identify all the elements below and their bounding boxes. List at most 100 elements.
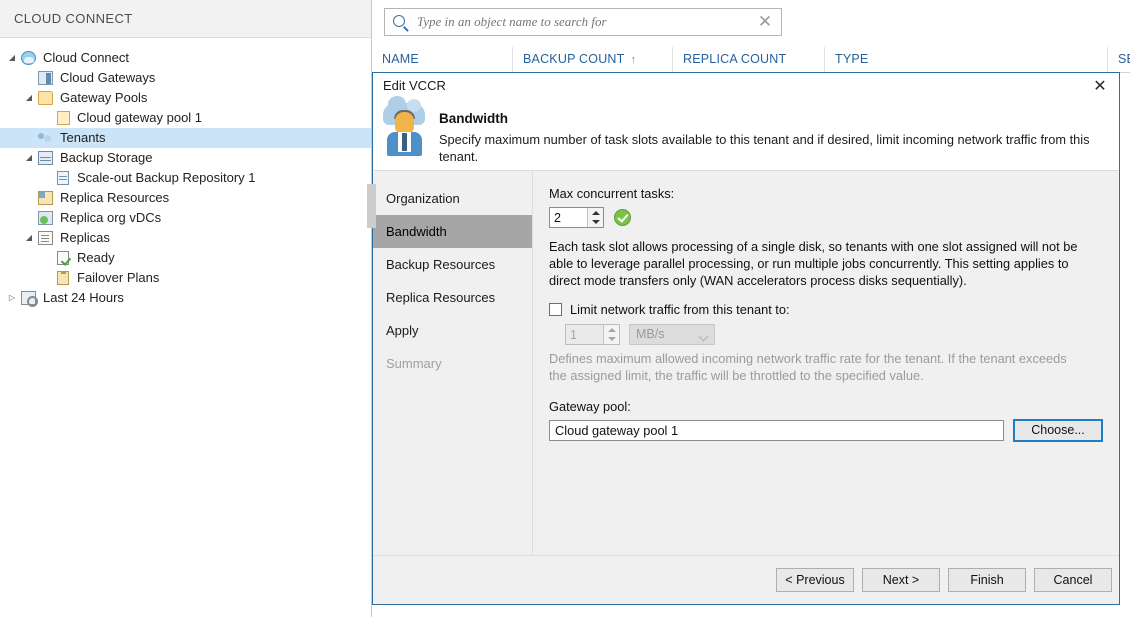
tree-item[interactable]: ◢Replicas — [0, 228, 371, 248]
choose-gateway-pool-button[interactable]: Choose... — [1013, 419, 1103, 442]
navigation-tree: ◢ Cloud Connect Cloud Gateways ◢ Gateway Po… — [0, 38, 371, 308]
column-header[interactable]: TYPE — [824, 47, 1094, 72]
max-concurrent-tasks-stepper[interactable] — [549, 207, 604, 228]
limit-network-traffic-row[interactable]: Limit network traffic from this tenant t… — [549, 302, 1103, 317]
left-navigation-panel: CLOUD CONNECT ◢Cloud Connect Cloud Gatew… — [0, 0, 372, 617]
tree-item[interactable]: ▷ Last 24 Hours — [0, 288, 371, 308]
chevron-down-icon[interactable]: ◢ — [21, 148, 37, 168]
tree-spacer — [38, 168, 54, 188]
close-icon[interactable]: ✕ — [1087, 76, 1113, 98]
wizard-step[interactable]: Apply — [373, 314, 532, 347]
chevron-down-icon — [699, 332, 709, 342]
tree-item[interactable]: Replica Resources — [0, 188, 371, 208]
tree-item[interactable]: Replica org vDCs — [0, 208, 371, 228]
dialog-title: Edit VCCR — [383, 78, 446, 93]
hours-icon — [20, 290, 38, 306]
sobr-icon — [54, 170, 72, 186]
task-slot-description: Each task slot allows processing of a si… — [549, 238, 1082, 289]
rate-stepper-up-icon[interactable] — [608, 328, 616, 332]
finish-button[interactable]: Finish — [948, 568, 1026, 592]
tenants-icon — [37, 130, 55, 146]
tree-item-label: Last 24 Hours — [43, 288, 124, 308]
tree-item-label: Cloud Gateways — [60, 68, 155, 88]
rate-unit-select[interactable]: MB/s — [629, 324, 715, 345]
tree-item[interactable]: Cloud gateway pool 1 — [0, 108, 371, 128]
tree-item-label: Cloud gateway pool 1 — [77, 108, 202, 128]
chevron-right-icon[interactable]: ▷ — [4, 288, 20, 308]
column-header[interactable]: REPLICA COUNT — [672, 47, 824, 72]
chevron-down-icon[interactable]: ◢ — [4, 48, 20, 68]
search-icon — [393, 15, 405, 27]
tree-spacer — [38, 108, 54, 128]
dialog-header-title: Bandwidth — [439, 111, 508, 126]
clear-search-icon[interactable]: ✕ — [757, 14, 773, 30]
previous-button[interactable]: < Previous — [776, 568, 854, 592]
tree-item-label: Scale-out Backup Repository 1 — [77, 168, 255, 188]
tree-item-label: Cloud Connect — [43, 48, 129, 68]
pool-icon — [37, 90, 55, 106]
failover-icon — [54, 270, 72, 286]
tree-item[interactable]: ◢ Cloud Connect — [0, 48, 371, 68]
cloud-tenant-avatar-icon — [381, 101, 429, 159]
tree-item[interactable]: ◢ Gateway Pools — [0, 88, 371, 108]
tree-item[interactable]: Tenants — [0, 128, 371, 148]
gateway-pool-row: Cloud gateway pool 1 Choose... — [549, 419, 1103, 442]
dialog-body: OrganizationBandwidthBackup ResourcesRep… — [373, 172, 1119, 555]
tree-item[interactable]: Cloud Gateways — [0, 68, 371, 88]
dialog-footer: < Previous Next > Finish Cancel — [373, 555, 1119, 604]
limit-network-traffic-label: Limit network traffic from this tenant t… — [570, 302, 790, 317]
rate-limit-description: Defines maximum allowed incoming network… — [549, 350, 1077, 384]
next-button[interactable]: Next > — [862, 568, 940, 592]
tree-item-label: Gateway Pools — [60, 88, 147, 108]
max-concurrent-tasks-input[interactable] — [550, 208, 588, 227]
rate-stepper-buttons[interactable] — [603, 325, 619, 344]
tree-item[interactable]: Scale-out Backup Repository 1 — [0, 168, 371, 188]
column-header-label: SE — [1118, 52, 1130, 66]
gateway-pool-value[interactable]: Cloud gateway pool 1 — [549, 420, 1004, 441]
app-window: CLOUD CONNECT ◢Cloud Connect Cloud Gatew… — [0, 0, 1130, 617]
rate-stepper-down-icon[interactable] — [608, 337, 616, 341]
ready-icon — [54, 250, 72, 266]
rate-limit-stepper[interactable] — [565, 324, 620, 345]
column-header[interactable]: BACKUP COUNT ↑ — [512, 47, 662, 72]
tree-item[interactable]: Ready — [0, 248, 371, 268]
search-bar-area: ✕ — [372, 0, 1130, 36]
tree-item-label: Failover Plans — [77, 268, 159, 288]
stepper-up-icon[interactable] — [592, 211, 600, 215]
wizard-step[interactable]: Backup Resources — [373, 248, 532, 281]
rate-unit-value: MB/s — [636, 327, 664, 341]
tree-item[interactable]: ◢Backup Storage — [0, 148, 371, 168]
dialog-header: Bandwidth Specify maximum number of task… — [373, 101, 1119, 171]
wizard-step[interactable]: Bandwidth — [373, 215, 532, 248]
rate-limit-controls: MB/s — [549, 324, 1103, 345]
column-header-row: NAME BACKUP COUNT ↑ REPLICA COUNTTYPE SE — [372, 47, 1130, 73]
wizard-step[interactable]: Replica Resources — [373, 281, 532, 314]
search-box[interactable]: ✕ — [384, 8, 782, 36]
limit-network-traffic-checkbox[interactable] — [549, 303, 562, 316]
wizard-step[interactable]: Organization — [373, 182, 532, 215]
green-check-icon — [615, 210, 630, 225]
vdc-icon — [37, 210, 55, 226]
tree-spacer — [38, 268, 54, 288]
edit-vccr-dialog: Edit VCCR ✕ Bandwidth Specify maximum nu… — [372, 72, 1120, 605]
wizard-step: Summary — [373, 347, 532, 380]
tree-item-label: Replica org vDCs — [60, 208, 161, 228]
search-input[interactable] — [415, 9, 745, 35]
stepper-down-icon[interactable] — [592, 220, 600, 224]
chevron-down-icon[interactable]: ◢ — [21, 228, 37, 248]
chevron-down-icon[interactable]: ◢ — [21, 88, 37, 108]
column-header[interactable]: NAME — [372, 47, 512, 72]
gw-icon — [37, 70, 55, 86]
stepper-buttons[interactable] — [587, 208, 603, 227]
column-header-label: BACKUP COUNT — [523, 52, 625, 66]
column-header-label: NAME — [382, 52, 419, 66]
wizard-step-list: OrganizationBandwidthBackup ResourcesRep… — [373, 172, 533, 555]
gateway-pool-label: Gateway pool: — [549, 399, 1103, 414]
vertical-scrollbar-thumb[interactable] — [367, 184, 376, 228]
column-header[interactable]: SE — [1107, 47, 1130, 72]
tree-item[interactable]: Failover Plans — [0, 268, 371, 288]
rate-limit-input[interactable] — [566, 325, 604, 344]
cancel-button[interactable]: Cancel — [1034, 568, 1112, 592]
poolitem-icon — [54, 110, 72, 126]
sort-ascending-icon: ↑ — [631, 54, 637, 66]
